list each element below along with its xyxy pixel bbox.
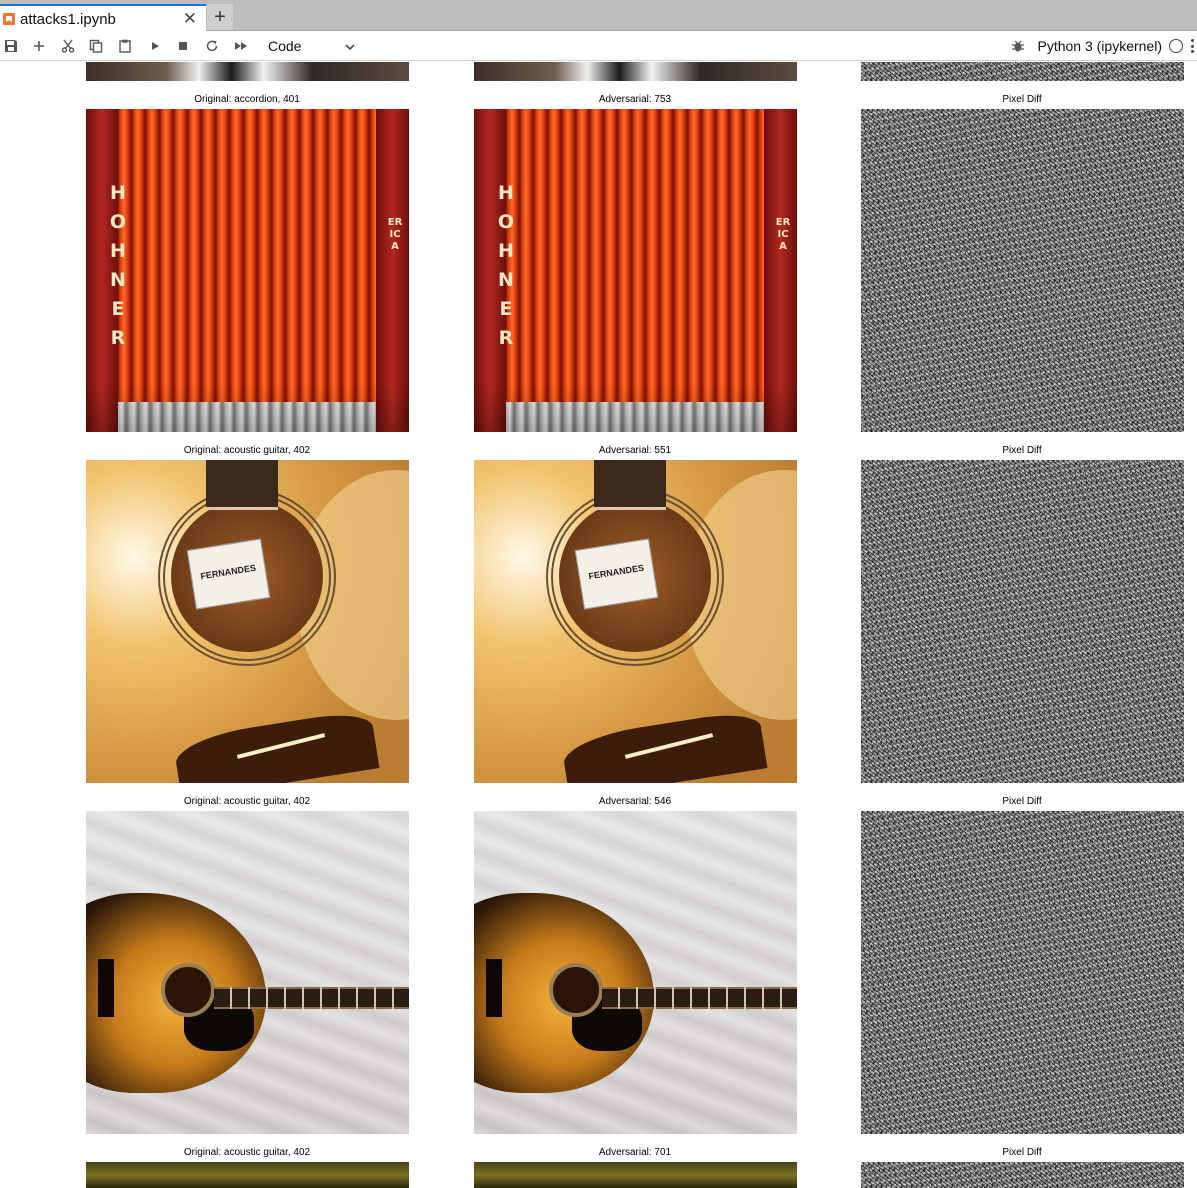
brand-text: HOHNER bbox=[497, 182, 515, 349]
kernel-name[interactable]: Python 3 (ipykernel) bbox=[1037, 38, 1162, 54]
adversarial-image-guitar-full bbox=[474, 811, 797, 1134]
more-options-icon[interactable] bbox=[1191, 39, 1195, 53]
run-icon[interactable] bbox=[146, 37, 164, 55]
adversarial-image-partial-top bbox=[474, 62, 797, 81]
cell-type-value: Code bbox=[268, 38, 302, 54]
label-text: FERNANDES bbox=[199, 562, 257, 582]
kernel-status-area: Python 3 (ipykernel) bbox=[1011, 31, 1197, 61]
stop-icon[interactable] bbox=[174, 37, 192, 55]
adversarial-image-accordion: HOHNER ERICA bbox=[474, 109, 797, 432]
notebook-toolbar: Code Python 3 (ipykernel) bbox=[0, 31, 1197, 61]
cut-icon[interactable] bbox=[59, 37, 77, 55]
kernel-status-icon bbox=[1169, 39, 1183, 53]
copy-icon[interactable] bbox=[87, 37, 105, 55]
cell-type-select[interactable]: Code bbox=[262, 35, 358, 57]
adversarial-image-partial-bottom bbox=[474, 1162, 797, 1188]
label-text: FERNANDES bbox=[587, 562, 645, 582]
adversarial-label: Adversarial: 546 bbox=[598, 796, 672, 807]
adversarial-label: Adversarial: 551 bbox=[598, 445, 672, 456]
diff-image-accordion bbox=[861, 109, 1184, 432]
brand-text-2: ERICA bbox=[387, 217, 403, 252]
original-label: Original: acoustic guitar, 402 bbox=[183, 445, 311, 456]
brand-text: HOHNER bbox=[109, 182, 127, 349]
original-label: Original: acoustic guitar, 402 bbox=[183, 796, 311, 807]
adversarial-label: Adversarial: 701 bbox=[598, 1147, 672, 1158]
diff-label: Pixel Diff bbox=[1002, 94, 1042, 105]
diff-image-partial-top bbox=[861, 62, 1184, 81]
chevron-down-icon bbox=[344, 40, 356, 56]
save-icon[interactable] bbox=[2, 37, 20, 55]
adversarial-image-guitar-closeup: FERNANDES bbox=[474, 460, 797, 783]
add-tab-button[interactable]: + bbox=[207, 4, 233, 30]
diff-label: Pixel Diff bbox=[1002, 445, 1042, 456]
adversarial-label: Adversarial: 753 bbox=[598, 94, 672, 105]
original-image-guitar-closeup: FERNANDES bbox=[86, 460, 409, 783]
original-label: Original: accordion, 401 bbox=[194, 94, 300, 105]
diff-label: Pixel Diff bbox=[1002, 796, 1042, 807]
paste-icon[interactable] bbox=[116, 37, 134, 55]
diff-image-guitar-full bbox=[861, 811, 1184, 1134]
diff-image-guitar-closeup bbox=[861, 460, 1184, 783]
debugger-icon[interactable] bbox=[1011, 39, 1025, 53]
original-image-accordion: HOHNER ERICA bbox=[86, 109, 409, 432]
tab-bar: attacks1.ipynb ✕ + bbox=[0, 0, 1197, 32]
tab-title: attacks1.ipynb bbox=[20, 10, 116, 28]
restart-icon[interactable] bbox=[203, 37, 221, 55]
notebook-icon bbox=[3, 13, 15, 25]
add-cell-icon[interactable] bbox=[30, 37, 48, 55]
original-image-partial-bottom bbox=[86, 1162, 409, 1188]
original-image-partial-top bbox=[86, 62, 409, 81]
brand-text-2: ERICA bbox=[775, 217, 791, 252]
original-image-guitar-full bbox=[86, 811, 409, 1134]
close-icon[interactable]: ✕ bbox=[183, 10, 197, 28]
diff-label: Pixel Diff bbox=[1002, 1147, 1042, 1158]
diff-image-partial-bottom bbox=[861, 1162, 1184, 1188]
run-all-icon[interactable] bbox=[232, 37, 250, 55]
cell-output: Original: accordion, 401 Adversarial: 75… bbox=[0, 62, 1197, 1188]
notebook-tab[interactable]: attacks1.ipynb ✕ bbox=[0, 4, 206, 32]
original-label: Original: acoustic guitar, 402 bbox=[183, 1147, 311, 1158]
